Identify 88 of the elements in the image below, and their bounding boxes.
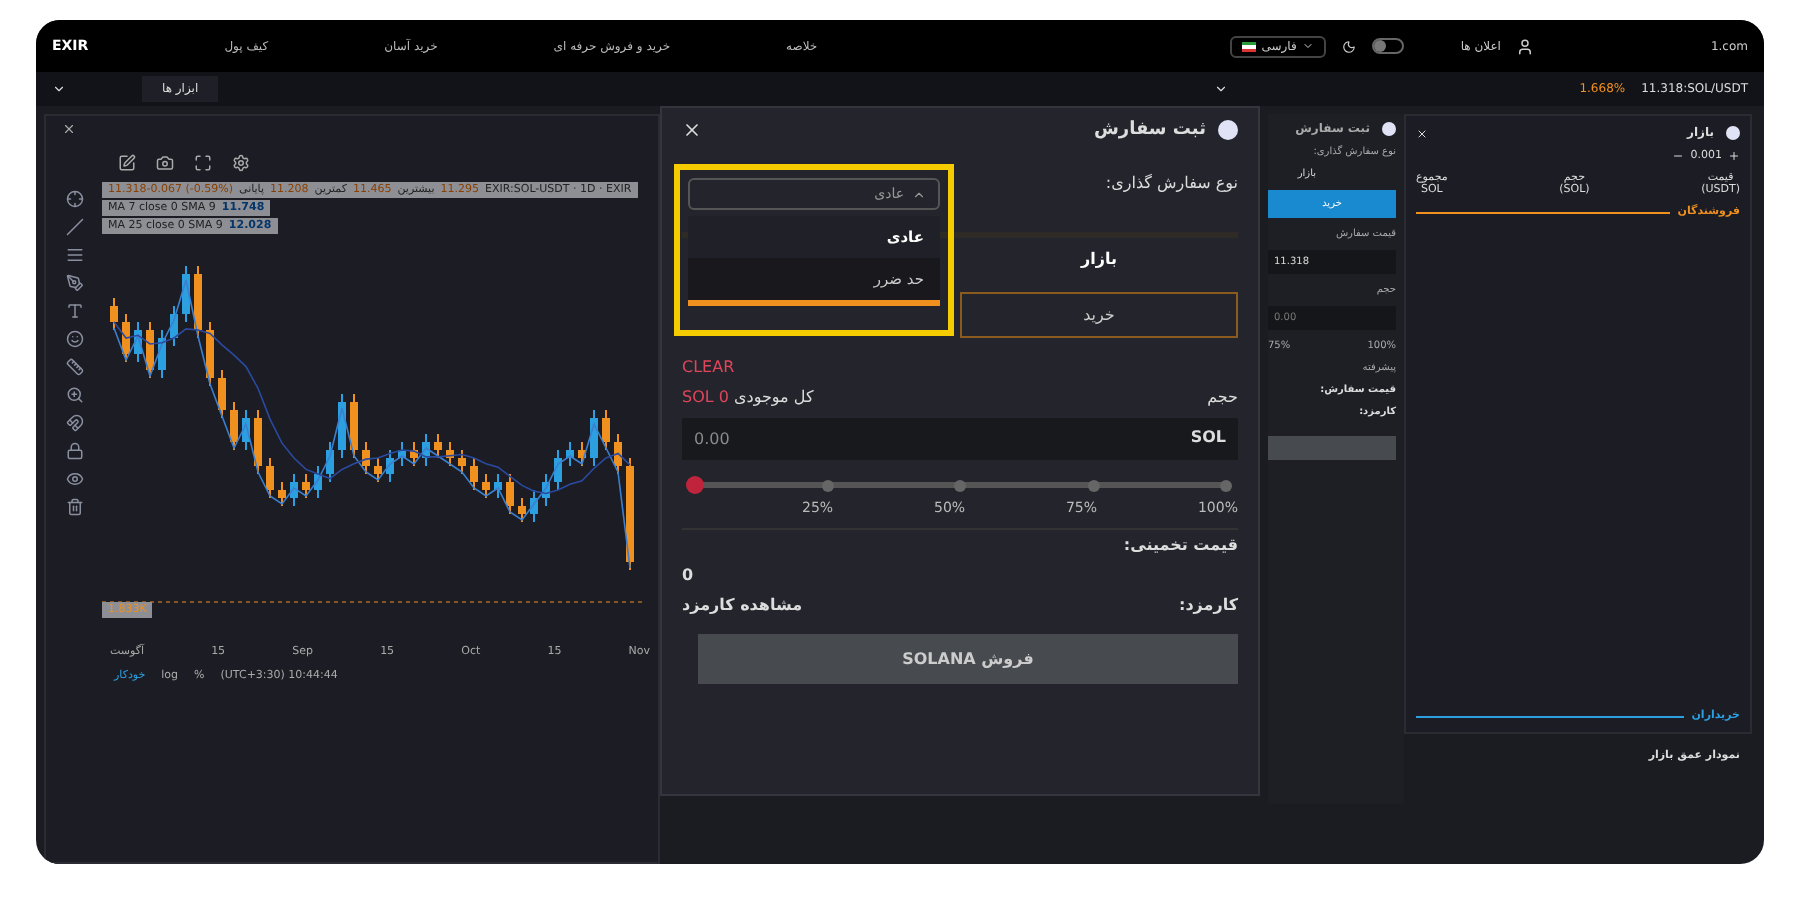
- minus-icon[interactable]: [1672, 150, 1685, 162]
- candle: [386, 449, 394, 483]
- unit-label: SOL: [1190, 428, 1226, 446]
- candle: [338, 393, 346, 459]
- zoom-in-icon[interactable]: [65, 386, 83, 404]
- estimate-value: 0: [682, 566, 694, 584]
- candle: [122, 313, 130, 363]
- candle: [230, 401, 238, 451]
- candle: [362, 441, 370, 475]
- slider-thumb[interactable]: [686, 476, 704, 494]
- candle: [470, 457, 478, 491]
- text-icon[interactable]: [65, 302, 83, 320]
- candle: [266, 457, 274, 499]
- edit-icon[interactable]: [118, 153, 136, 171]
- candle: [506, 473, 514, 515]
- camera-icon[interactable]: [156, 153, 174, 171]
- lock-icon[interactable]: [65, 442, 83, 460]
- candle: [290, 473, 298, 507]
- estimate-label: قیمت تخمینی:: [1123, 536, 1238, 554]
- candle: [302, 473, 310, 499]
- candle: [434, 433, 442, 459]
- fee-link[interactable]: مشاهده کارمزد: [682, 596, 803, 614]
- ruler-icon[interactable]: [65, 358, 83, 376]
- candle: [446, 441, 454, 467]
- candle: [254, 409, 262, 475]
- candle: [170, 305, 178, 347]
- order-icon: [1218, 120, 1238, 140]
- market-tab[interactable]: بازار: [960, 238, 1238, 280]
- candle: [554, 449, 562, 491]
- eye-icon[interactable]: [65, 470, 83, 488]
- sell-button[interactable]: فروش SOLANA: [698, 634, 1238, 684]
- caret-icon[interactable]: [52, 82, 66, 96]
- order-type-label: نوع سفارش گذاری:: [1105, 173, 1238, 191]
- crosshair-icon[interactable]: [65, 190, 83, 208]
- candle: [278, 481, 286, 507]
- settings-icon[interactable]: [232, 153, 250, 171]
- candle: [350, 393, 358, 459]
- candle: [158, 329, 166, 379]
- magnet-icon[interactable]: [65, 414, 83, 432]
- caret-icon[interactable]: [1213, 82, 1228, 96]
- candle: [182, 265, 190, 323]
- candle: [542, 473, 550, 507]
- pen-icon[interactable]: [65, 274, 83, 292]
- buy-button[interactable]: خرید: [960, 292, 1238, 338]
- candle: [398, 441, 406, 467]
- candle: [374, 457, 382, 483]
- candle: [626, 457, 634, 571]
- candle: [110, 297, 118, 331]
- close-icon[interactable]: [682, 120, 702, 140]
- lines-icon[interactable]: [65, 246, 83, 264]
- candle: [218, 369, 226, 419]
- candle: [494, 473, 502, 499]
- candle: [530, 489, 538, 523]
- flag-icon: [1241, 41, 1256, 51]
- plus-icon[interactable]: [1728, 150, 1740, 162]
- dialog-title: ثبت سفارش: [1093, 120, 1206, 140]
- candle: [590, 409, 598, 467]
- candle: [518, 497, 526, 523]
- line-tool-icon[interactable]: [65, 218, 83, 236]
- user-icon[interactable]: [1516, 37, 1535, 55]
- candle: [242, 409, 250, 451]
- candle: [602, 409, 610, 451]
- volume-label: حجم: [1207, 388, 1238, 406]
- caret-icon: [1302, 40, 1315, 52]
- order-icon: [1382, 122, 1396, 136]
- candle: [134, 321, 142, 363]
- moon-icon: [1342, 39, 1357, 53]
- trash-icon[interactable]: [65, 498, 83, 516]
- candle: [422, 433, 430, 467]
- candle: [206, 321, 214, 387]
- fee-label: کارمزد:: [1179, 596, 1238, 614]
- candle: [482, 473, 490, 499]
- smile-icon[interactable]: [65, 330, 83, 348]
- candle: [146, 321, 154, 379]
- candle: [326, 441, 334, 483]
- theme-toggle[interactable]: [1372, 38, 1405, 54]
- market-icon: [1726, 126, 1740, 140]
- candle: [614, 433, 622, 475]
- clear-link[interactable]: CLEAR: [682, 358, 735, 376]
- candle: [410, 441, 418, 467]
- fullscreen-icon[interactable]: [194, 153, 212, 171]
- candle: [194, 265, 202, 339]
- candle: [458, 449, 466, 475]
- candle: [566, 441, 574, 467]
- candle: [314, 465, 322, 499]
- caret-icon: [912, 187, 926, 201]
- close-icon[interactable]: [62, 122, 76, 136]
- candle: [578, 441, 586, 467]
